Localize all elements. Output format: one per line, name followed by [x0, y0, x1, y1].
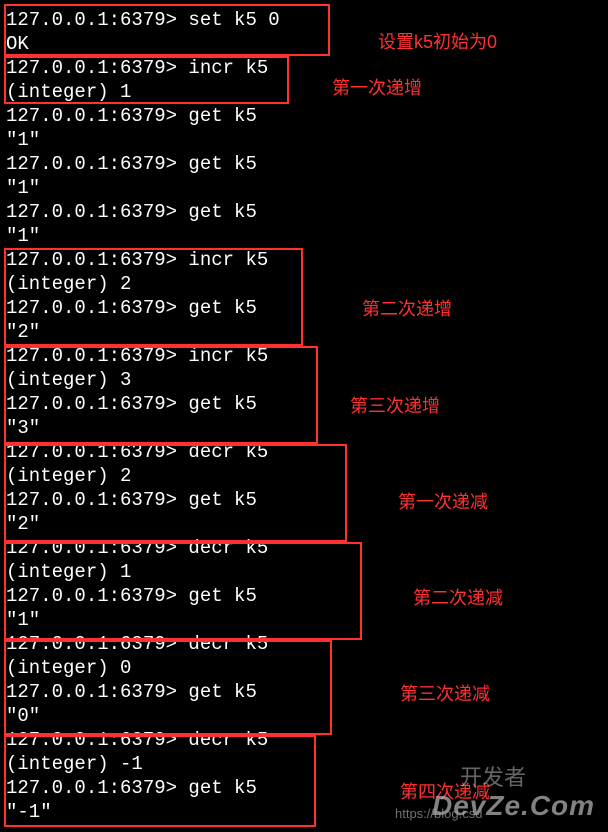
annotation-label: 第二次递增	[362, 295, 452, 321]
annotation-label: 第一次递增	[332, 74, 422, 100]
terminal-line: OK	[6, 32, 602, 56]
annotation-label: 第一次递减	[398, 488, 488, 514]
terminal-line: 127.0.0.1:6379> get k5	[6, 680, 602, 704]
terminal-line: (integer) 0	[6, 656, 602, 680]
terminal-line: (integer) 2	[6, 464, 602, 488]
terminal-line: (integer) 1	[6, 80, 602, 104]
terminal-line: 127.0.0.1:6379> get k5	[6, 104, 602, 128]
terminal-line: "2"	[6, 320, 602, 344]
terminal-line: "3"	[6, 416, 602, 440]
terminal-line: 127.0.0.1:6379> incr k5	[6, 344, 602, 368]
terminal-line: 127.0.0.1:6379> incr k5	[6, 248, 602, 272]
terminal-line: 127.0.0.1:6379> decr k5	[6, 632, 602, 656]
terminal-line: (integer) 2	[6, 272, 602, 296]
terminal-line: 127.0.0.1:6379> get k5	[6, 584, 602, 608]
terminal-line: 127.0.0.1:6379> get k5	[6, 200, 602, 224]
watermark-chinese: 开发者	[460, 760, 526, 792]
watermark-url: https://blog.csd	[395, 806, 482, 821]
annotation-label: 第三次递减	[400, 680, 490, 706]
terminal-line: 127.0.0.1:6379> get k5	[6, 296, 602, 320]
terminal-line: "0"	[6, 704, 602, 728]
terminal-line: "1"	[6, 608, 602, 632]
terminal-line: 127.0.0.1:6379> decr k5	[6, 440, 602, 464]
terminal-line: 127.0.0.1:6379> set k5 0	[6, 8, 602, 32]
terminal-line: 127.0.0.1:6379> decr k5	[6, 728, 602, 752]
terminal-line: "1"	[6, 176, 602, 200]
terminal-line: (integer) 3	[6, 368, 602, 392]
annotation-label: 设置k5初始为0	[378, 28, 497, 54]
terminal-line: 127.0.0.1:6379> get k5	[6, 488, 602, 512]
annotation-label: 第三次递增	[350, 392, 440, 418]
annotation-label: 第二次递减	[413, 584, 503, 610]
terminal-line: "1"	[6, 128, 602, 152]
terminal-line: 127.0.0.1:6379> get k5	[6, 152, 602, 176]
terminal-line: 127.0.0.1:6379> get k5	[6, 392, 602, 416]
terminal-line: (integer) 1	[6, 560, 602, 584]
terminal-line: "2"	[6, 512, 602, 536]
terminal-line: 127.0.0.1:6379> incr k5	[6, 56, 602, 80]
terminal-line: "1"	[6, 224, 602, 248]
terminal-output: 127.0.0.1:6379> set k5 0OK127.0.0.1:6379…	[0, 0, 608, 832]
terminal-line: 127.0.0.1:6379> decr k5	[6, 536, 602, 560]
